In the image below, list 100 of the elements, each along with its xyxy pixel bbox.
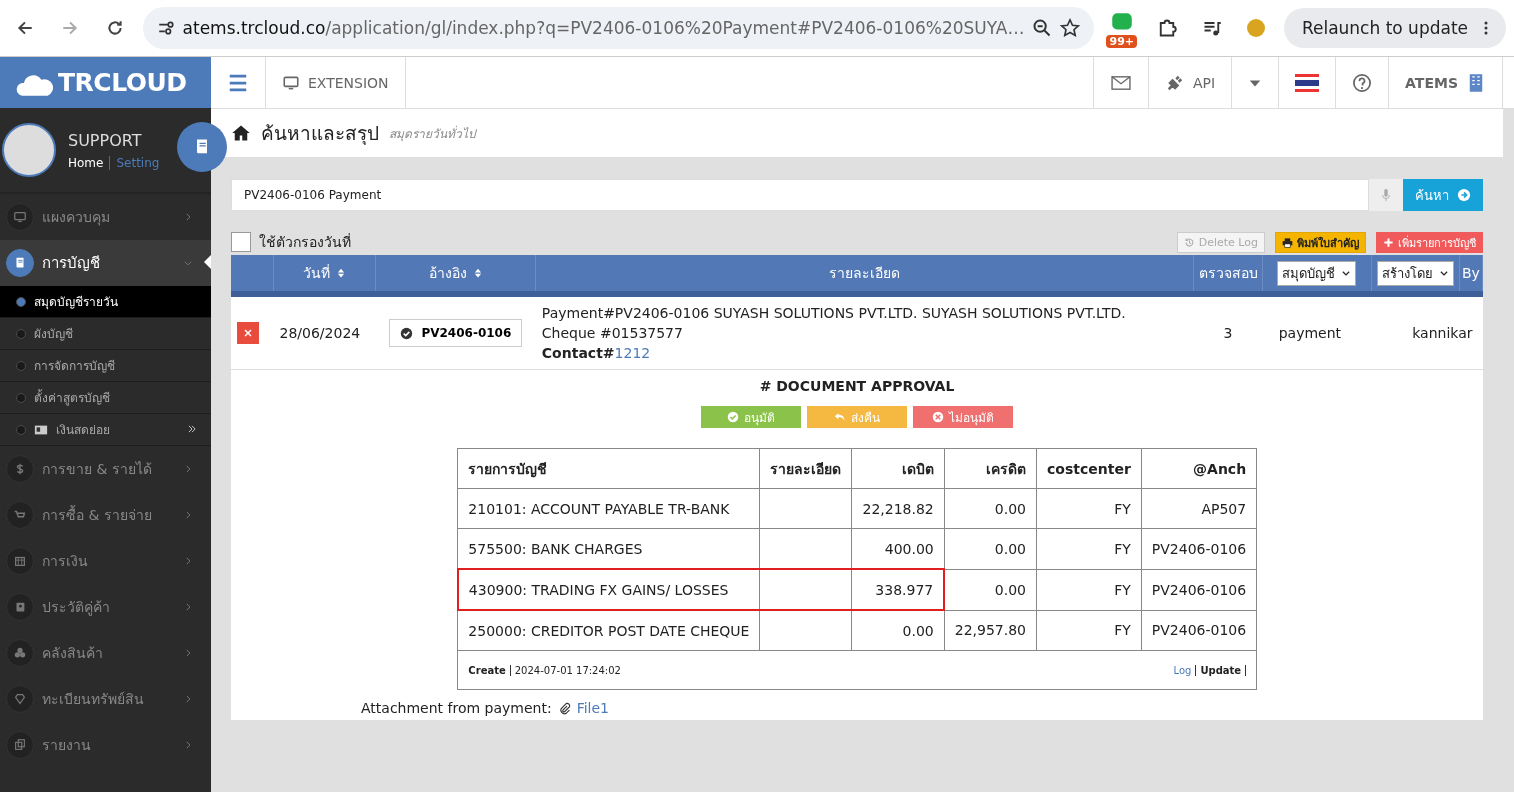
chevron-down-icon xyxy=(1341,268,1352,278)
column-header: รายการบัญชี xyxy=(457,448,760,489)
detail-text: Cheque #01537577 xyxy=(541,325,684,341)
column-header[interactable]: สมุดบัญชี xyxy=(1262,255,1372,294)
menu-item-icon xyxy=(13,646,27,660)
account-cell: 250000: CREDITOR POST DATE CHEQUE xyxy=(457,610,760,651)
timeline-dot xyxy=(16,392,26,403)
menu-item-icon xyxy=(13,554,27,568)
page-title: ค้นหาและสรุป xyxy=(261,121,379,147)
column-header: costcenter xyxy=(1036,448,1142,489)
plus-icon xyxy=(1383,237,1394,248)
search-button[interactable]: ค้นหา xyxy=(1403,179,1483,211)
toolbar-button[interactable]: พิมพ์ใบสำคัญ xyxy=(1275,232,1366,253)
sidebar-item[interactable]: การเงิน xyxy=(0,538,211,584)
column-header[interactable]: วันที่ xyxy=(273,255,376,294)
anch-cell: PV2406-0106 xyxy=(1141,569,1257,610)
attachment-label: Attachment from payment: xyxy=(361,700,552,716)
extension-button[interactable]: EXTENSION xyxy=(266,57,406,108)
contact-label: Contact# xyxy=(541,345,615,361)
debit-cell: 338.977 xyxy=(851,569,945,610)
date-filter-checkbox[interactable] xyxy=(231,232,251,252)
sidebar-subitem[interactable]: เงินสดย่อย xyxy=(0,414,211,446)
extension-button[interactable]: 99+ xyxy=(1104,8,1140,48)
sidebar-item[interactable]: การซื้อ & รายจ่าย xyxy=(0,492,211,538)
sidebar-item[interactable]: การขาย & รายได้ xyxy=(0,446,211,492)
costcenter-cell: FY xyxy=(1036,488,1142,529)
contact-link[interactable]: 1212 xyxy=(614,345,651,361)
page-subtitle: สมุดรายวันทั่วไป xyxy=(389,124,476,143)
account-cell: 210101: ACCOUNT PAYABLE TR-BANK xyxy=(457,488,760,529)
anch-cell: AP507 xyxy=(1141,488,1257,529)
update-label: Update xyxy=(1195,664,1247,676)
address-bar[interactable]: atems.trcloud.co/application/gl/index.php?q=PV2406-0106%20Payment#PV2406-0106%20SUYA… xyxy=(142,7,1095,49)
profile-link[interactable]: Home xyxy=(68,155,104,170)
log-link[interactable]: Log xyxy=(1173,664,1192,676)
sidebar-subitem[interactable]: สมุดบัญชีรายวัน xyxy=(0,286,211,318)
chevron-right-icon xyxy=(183,694,193,704)
relaunch-button[interactable]: Relaunch to update xyxy=(1283,8,1506,48)
chevron-right-icon xyxy=(183,510,193,520)
forward-arrow-icon xyxy=(61,19,80,37)
column-header: เดบิต xyxy=(851,448,945,489)
costcenter-cell: FY xyxy=(1036,610,1142,651)
create-label: Create xyxy=(468,664,506,676)
credit-cell: 0.00 xyxy=(944,488,1037,529)
microphone-icon xyxy=(1379,188,1393,202)
chevron-down-icon xyxy=(183,258,193,268)
anch-cell: PV2406-0106 xyxy=(1141,610,1257,651)
double-chevron-icon xyxy=(187,423,197,434)
menu-item-icon xyxy=(13,210,27,224)
history-icon xyxy=(1183,237,1195,248)
sidebar-item[interactable]: รายงาน xyxy=(0,722,211,768)
credit-cell: 22,957.80 xyxy=(944,610,1037,651)
home-icon xyxy=(231,123,251,143)
star-icon xyxy=(1060,18,1081,38)
timeline-dot xyxy=(16,360,26,371)
reference-button[interactable]: PV2406-0106 xyxy=(389,319,523,347)
arrow-circle-icon xyxy=(1457,188,1471,202)
user-name: SUPPORT xyxy=(68,130,143,150)
column-header: @Anch xyxy=(1141,448,1257,489)
account-cell: 575500: BANK CHARGES xyxy=(457,528,760,569)
date-cell: 28/06/2024 xyxy=(273,294,376,370)
app-logo[interactable]: TRCLOUD xyxy=(0,57,211,108)
toolbar-button[interactable]: เพิ่มรายการบัญชี xyxy=(1376,232,1483,253)
created-timestamp: 2024-07-01 17:24:02 xyxy=(509,664,621,676)
approval-button[interactable]: ไม่อนุมัติ xyxy=(913,406,1013,428)
column-header[interactable]: สร้างโดย xyxy=(1371,255,1460,294)
sidebar-item[interactable]: แผงควบคุม xyxy=(0,194,211,240)
chevron-right-icon xyxy=(183,556,193,566)
close-circle-icon xyxy=(932,411,944,423)
chevron-right-icon xyxy=(183,464,193,474)
sidebar-item[interactable]: ทะเบียนทรัพย์สิน xyxy=(0,676,211,722)
reload-icon xyxy=(106,19,125,37)
chevron-right-icon xyxy=(183,648,193,658)
book-button[interactable] xyxy=(177,122,227,172)
column-header[interactable]: อ้างอิง xyxy=(375,255,536,294)
debit-cell: 22,218.82 xyxy=(851,488,945,529)
detail-text: Payment#PV2406-0106 SUYASH SOLUTIONS PVT.LTD. SUYASH SOLUTIONS PVT.LTD. xyxy=(541,305,1127,321)
column-header: เครดิต xyxy=(944,448,1037,489)
sidebar-item[interactable]: ประวัติคู่ค้า xyxy=(0,584,211,630)
avatar-circle xyxy=(2,123,56,177)
search-field[interactable]: PV2406-0106 Payment xyxy=(231,179,1369,211)
printer-icon xyxy=(1282,237,1293,248)
menu-item-icon xyxy=(13,738,27,752)
url-text: atems.trcloud.co/application/gl/index.php?q=PV2406-0106%20Payment#PV2406-0106%20SUYA… xyxy=(182,18,1025,38)
api-button[interactable]: API xyxy=(1148,57,1233,108)
account-cell: 430900: TRADING FX GAINS/ LOSSES xyxy=(457,569,760,610)
sidebar-item[interactable]: คลังสินค้า xyxy=(0,630,211,676)
book-cell: payment xyxy=(1262,294,1372,370)
sidebar-item[interactable]: การบัญชี xyxy=(0,240,211,286)
profile-link[interactable]: Setting xyxy=(109,155,160,170)
chevron-right-icon xyxy=(183,602,193,612)
column-header: รายละเอียด xyxy=(535,255,1194,294)
column-header: By xyxy=(1459,255,1483,294)
company-button[interactable]: ATEMS xyxy=(1389,57,1503,108)
check-cell: 3 xyxy=(1193,294,1263,370)
timeline-dot xyxy=(16,296,26,307)
mail-button[interactable] xyxy=(1092,57,1149,108)
delete-button[interactable] xyxy=(237,322,259,344)
check-circle-icon xyxy=(727,411,739,423)
file-link[interactable]: File1 xyxy=(576,700,609,716)
column-header: ตรวจสอบ xyxy=(1193,255,1263,294)
